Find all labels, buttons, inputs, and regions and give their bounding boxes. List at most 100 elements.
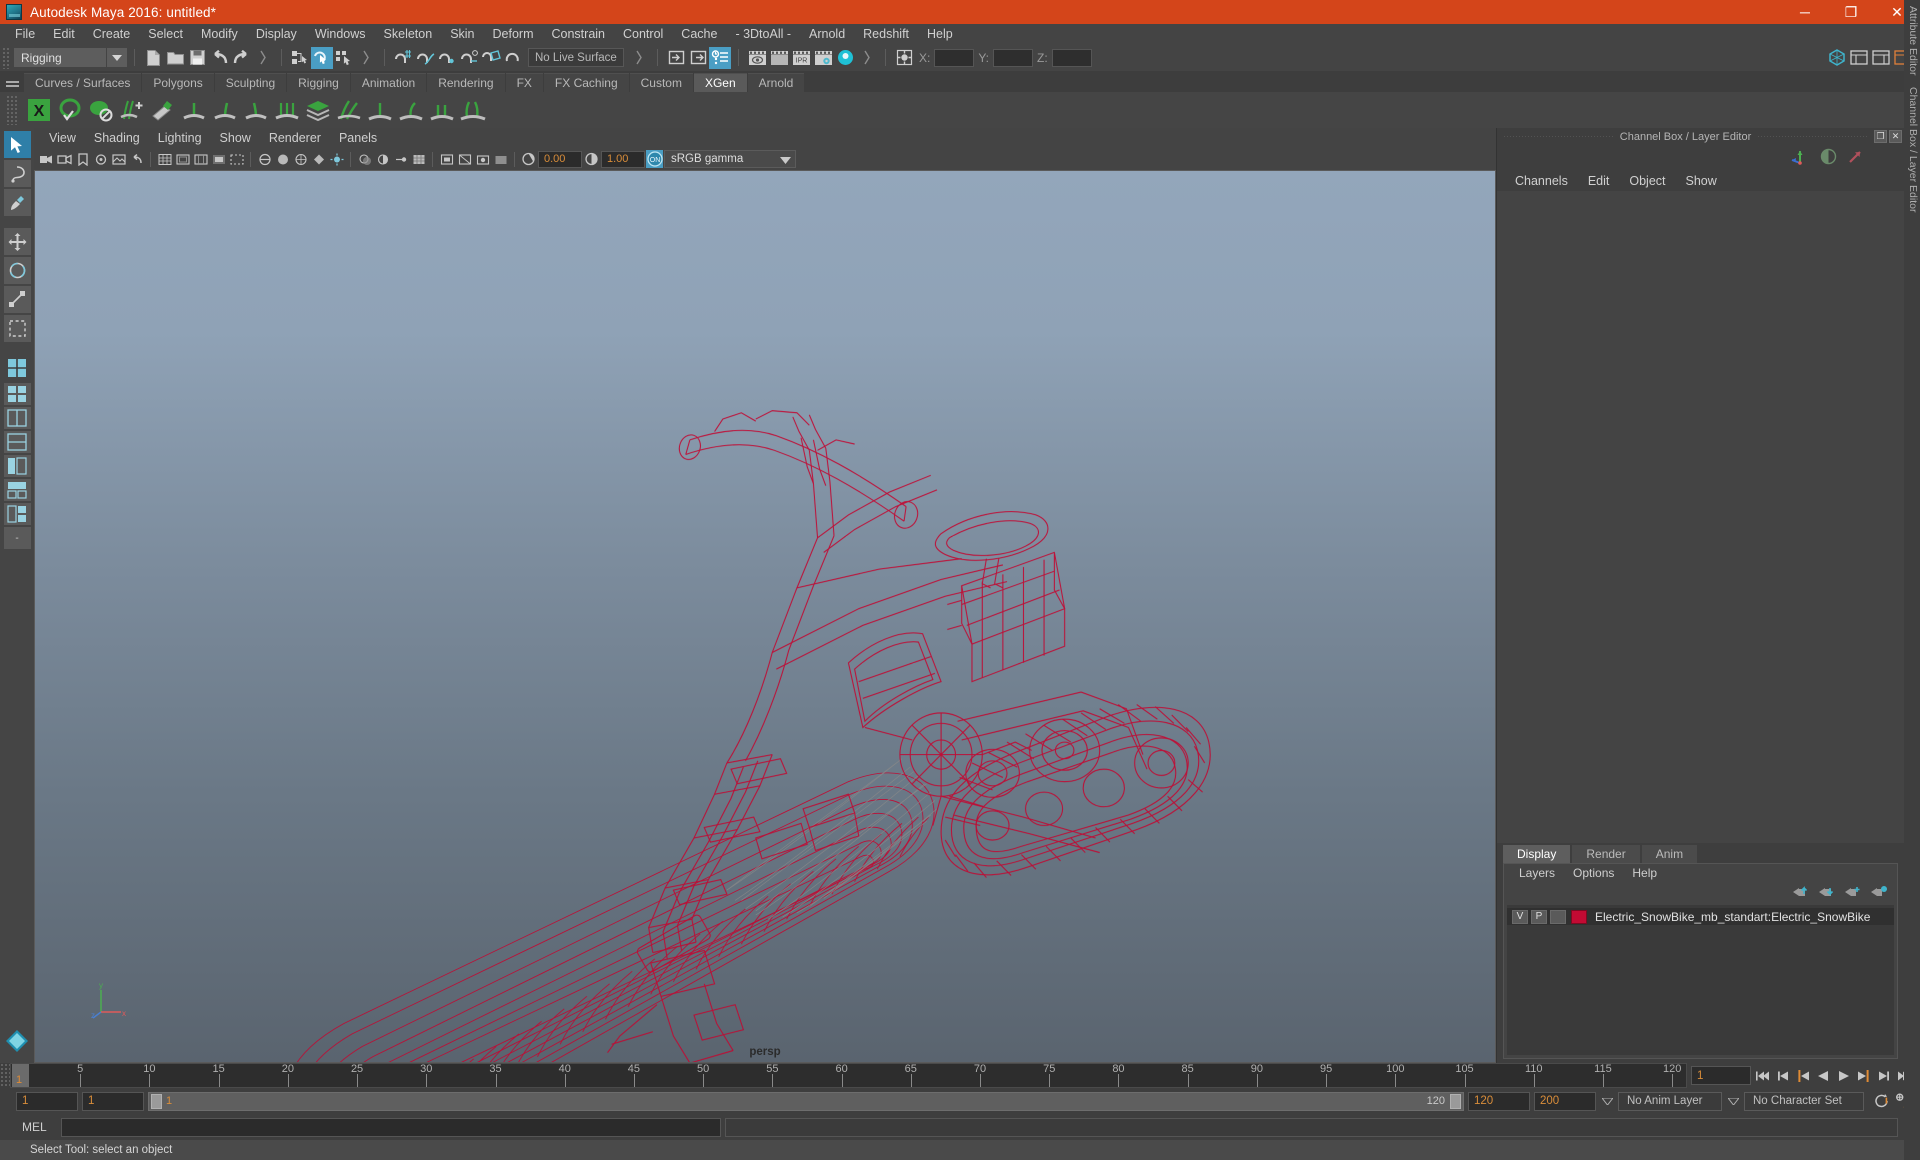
range-slider[interactable]: 1 120 (148, 1091, 1464, 1111)
layout-outliner-persp-button[interactable] (3, 455, 31, 477)
statusline-grip[interactable] (2, 46, 10, 69)
menu-display[interactable]: Display (247, 24, 306, 44)
time-slider-grip[interactable] (0, 1063, 10, 1088)
new-scene-icon[interactable] (142, 47, 164, 69)
step-forward-key-icon[interactable] (1855, 1066, 1872, 1085)
show-hide-attribute-editor-icon[interactable] (1848, 47, 1870, 69)
anim-layer-field[interactable]: No Anim Layer (1618, 1091, 1722, 1111)
live-surface-field[interactable]: No Live Surface (528, 48, 624, 67)
time-slider-track[interactable]: 1 5 10 15 20 25 30 35 40 45 50 55 60 65 70 75 80 85 90 95 1… (10, 1063, 1687, 1088)
make-live-icon[interactable] (502, 47, 524, 69)
show-hide-modeling-toolkit-icon[interactable] (1826, 47, 1848, 69)
last-tool-used-button[interactable] (3, 315, 31, 342)
menu-create[interactable]: Create (84, 24, 140, 44)
auto-keyframe-icon[interactable] (1874, 1092, 1891, 1111)
redo-previous-render-icon[interactable] (768, 47, 790, 69)
layer-color-swatch[interactable] (1571, 909, 1587, 924)
xgen-grow-icon[interactable] (366, 95, 394, 125)
open-sidebar-right-icon[interactable] (687, 47, 709, 69)
shelf-tab-rigging[interactable]: Rigging (287, 73, 350, 92)
half-circle-icon[interactable] (1820, 148, 1837, 168)
xgen-guides-multi-icon[interactable] (273, 95, 301, 125)
viewport-menu-show[interactable]: Show (211, 128, 260, 148)
manipulator-icon[interactable] (1790, 148, 1810, 169)
range-slider-right-handle[interactable] (1450, 1093, 1461, 1109)
select-by-hierarchy-icon[interactable] (289, 47, 311, 69)
step-back-key-icon[interactable] (1795, 1066, 1812, 1085)
menu-edit[interactable]: Edit (44, 24, 84, 44)
xgen-window-icon[interactable]: X (25, 95, 53, 125)
xgen-cut-icon[interactable] (428, 95, 456, 125)
viewport-menu-shading[interactable]: Shading (85, 128, 149, 148)
minimize-button[interactable]: ─ (1782, 0, 1828, 24)
motion-blur-icon[interactable] (392, 150, 409, 168)
layer-state-toggle[interactable] (1550, 909, 1566, 924)
character-set-field[interactable]: No Character Set (1744, 1091, 1864, 1111)
snap-to-projected-center-icon[interactable] (458, 47, 480, 69)
animation-start-field[interactable]: 1 (16, 1091, 78, 1111)
smooth-shade-all-icon[interactable] (274, 150, 291, 168)
menu-arnold[interactable]: Arnold (800, 24, 854, 44)
menu-windows[interactable]: Windows (306, 24, 375, 44)
open-scene-icon[interactable] (164, 47, 186, 69)
panel-close-button[interactable]: ✕ (1889, 130, 1902, 143)
flat-shade-icon[interactable] (310, 150, 327, 168)
snap-to-view-plane-icon[interactable] (480, 47, 502, 69)
xgen-preview-icon[interactable] (56, 95, 84, 125)
undo-icon[interactable] (208, 47, 230, 69)
layout-quick-button[interactable]: - (3, 527, 31, 549)
layout-four-pane-button[interactable] (3, 431, 31, 453)
anim-layer-dropdown-arrow[interactable] (1600, 1092, 1614, 1111)
exposure-field[interactable]: 0.00 (538, 150, 582, 168)
viewport-menu-renderer[interactable]: Renderer (260, 128, 330, 148)
character-set-dropdown-arrow[interactable] (1726, 1092, 1740, 1111)
layout-persp-graph-button[interactable] (3, 503, 31, 525)
coord-y-field[interactable] (993, 48, 1034, 67)
region-keys-icon[interactable] (228, 150, 245, 168)
select-camera-icon[interactable] (38, 150, 55, 168)
coord-z-field[interactable] (1051, 48, 1092, 67)
viewport-menu-view[interactable]: View (40, 128, 85, 148)
layer-visibility-toggle[interactable]: V (1512, 909, 1528, 924)
statusline-collapse-2-icon[interactable] (355, 47, 377, 69)
layout-two-pane-stacked-button[interactable] (3, 383, 31, 405)
viewport-menu-panels[interactable]: Panels (330, 128, 386, 148)
menu-3dtoall[interactable]: - 3DtoAll - (726, 24, 800, 44)
statusline-collapse-1-icon[interactable] (252, 47, 274, 69)
save-scene-icon[interactable] (186, 47, 208, 69)
xray-icon[interactable] (456, 150, 473, 168)
layout-single-pane-button[interactable] (4, 354, 31, 381)
shadows-icon[interactable] (356, 150, 373, 168)
coord-x-field[interactable] (934, 48, 975, 67)
viewport-snapshot-icon[interactable] (474, 150, 491, 168)
shelf-tab-sculpting[interactable]: Sculpting (214, 73, 287, 92)
command-language-label[interactable]: MEL (16, 1120, 57, 1134)
channelbox-menu-channels[interactable]: Channels (1505, 171, 1578, 191)
shelf-grip[interactable] (6, 95, 18, 125)
shelf-tab-xgen[interactable]: XGen (693, 73, 747, 92)
move-layer-up-icon[interactable] (1792, 885, 1809, 901)
current-frame-field[interactable]: 1 (1691, 1066, 1751, 1085)
menu-skin[interactable]: Skin (441, 24, 483, 44)
wireframe-on-shaded-icon[interactable] (292, 150, 309, 168)
snap-to-point-icon[interactable] (436, 47, 458, 69)
menu-set-dropdown-arrow[interactable] (107, 48, 127, 67)
xgen-sculpt-guide-icon[interactable] (149, 95, 177, 125)
select-tool-button[interactable] (3, 131, 31, 158)
shelf-tab-arnold[interactable]: Arnold (747, 73, 805, 92)
snap-to-grid-icon[interactable] (392, 47, 414, 69)
layer-menu-layers[interactable]: Layers (1510, 864, 1564, 883)
maximize-button[interactable]: ❐ (1828, 0, 1874, 24)
select-by-object-type-icon[interactable] (311, 46, 333, 69)
grid-toggle-icon[interactable] (156, 150, 173, 168)
resolution-gate-icon[interactable] (192, 150, 209, 168)
color-management-selector[interactable]: sRGB gamma (664, 150, 796, 168)
step-forward-frame-icon[interactable] (1875, 1066, 1892, 1085)
channelbox-menu-edit[interactable]: Edit (1578, 171, 1620, 191)
lasso-tool-button[interactable] (3, 160, 31, 187)
shelf-tab-fx-caching[interactable]: FX Caching (543, 73, 629, 92)
shelf-tab-rendering[interactable]: Rendering (427, 73, 505, 92)
show-hide-tool-settings-icon[interactable] (1870, 47, 1892, 69)
layer-item[interactable]: V P Electric_SnowBike_mb_standart:Electr… (1507, 908, 1894, 925)
vertical-tab-channel-box[interactable]: Channel Box / Layer Editor (1904, 81, 1920, 219)
